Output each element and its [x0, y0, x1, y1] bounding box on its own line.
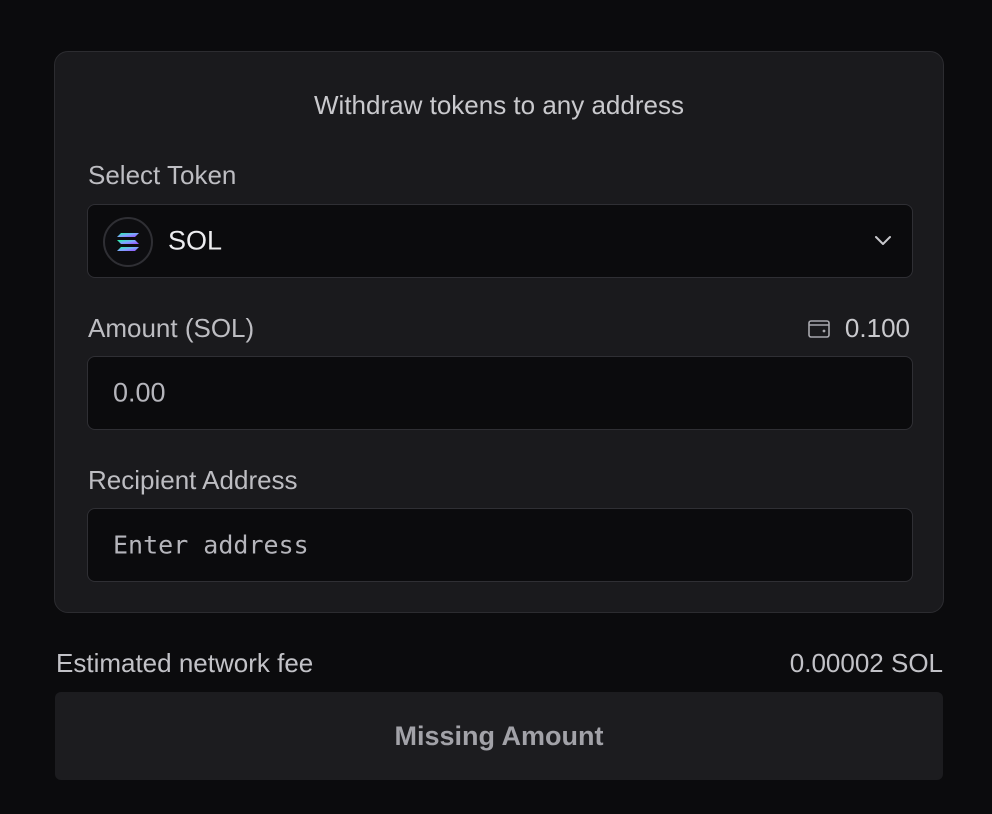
withdraw-submit-button[interactable]: Missing Amount [55, 692, 943, 780]
select-token-label: Select Token [88, 160, 237, 190]
amount-value: 0.00 [113, 377, 166, 408]
recipient-address-label: Recipient Address [88, 465, 298, 495]
network-fee-row: Estimated network fee 0.00002 SOL [56, 648, 943, 679]
solana-logo-icon [103, 217, 153, 267]
wallet-balance[interactable]: 0.100 [807, 313, 910, 344]
recipient-address-input[interactable]: Enter address [87, 508, 913, 582]
selected-token-name: SOL [168, 225, 223, 256]
token-select-dropdown[interactable]: SOL [87, 204, 913, 278]
amount-input[interactable]: 0.00 [87, 356, 913, 430]
network-fee-label: Estimated network fee [56, 648, 314, 678]
balance-value: 0.100 [844, 313, 910, 343]
recipient-address-placeholder: Enter address [113, 530, 309, 560]
wallet-icon [808, 319, 830, 338]
withdraw-card: Withdraw tokens to any address Select To… [54, 51, 944, 613]
chevron-down-icon [875, 236, 891, 245]
network-fee-value: 0.00002 SOL [789, 648, 943, 678]
amount-label: Amount (SOL) [88, 313, 255, 343]
card-title: Withdraw tokens to any address [314, 90, 684, 120]
